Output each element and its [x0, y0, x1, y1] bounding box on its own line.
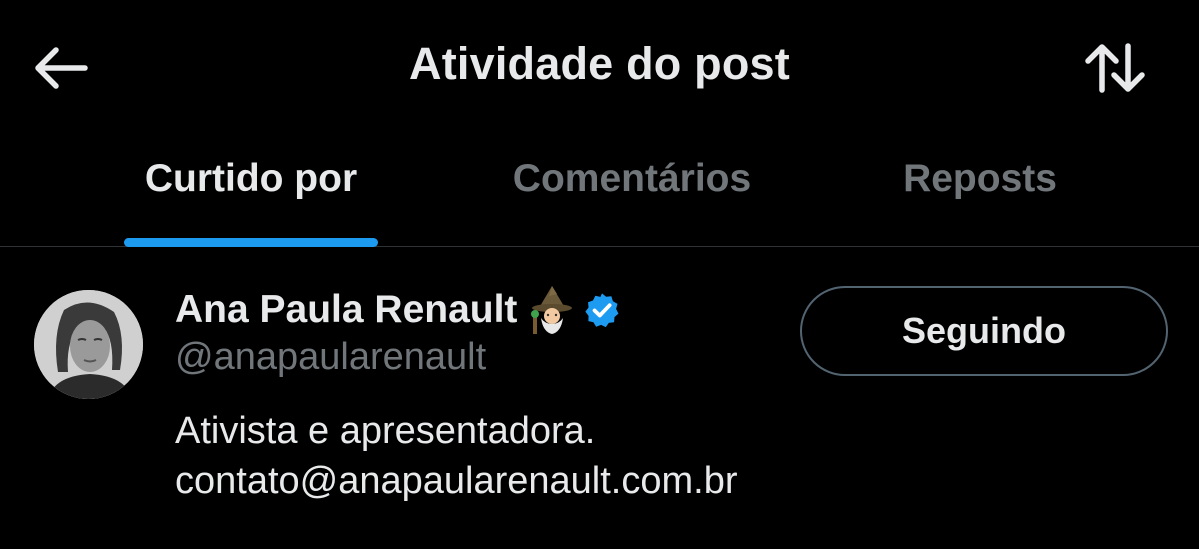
tab-label: Reposts [903, 157, 1057, 200]
user-bio: Ativista e apresentadora. contato@anapau… [175, 406, 738, 506]
avatar-image [34, 290, 143, 399]
sort-arrows-icon [1085, 43, 1145, 93]
user-name-line: Ana Paula Renault [175, 284, 621, 336]
following-button[interactable]: Seguindo [800, 286, 1168, 376]
following-button-label: Seguindo [902, 310, 1066, 351]
user-handle: @anapaularenault [175, 336, 487, 378]
sort-button[interactable] [1080, 38, 1150, 98]
mage-icon [531, 286, 573, 334]
tab-label: Curtido por [144, 157, 358, 200]
tab-curtido-por[interactable]: Curtido por [124, 135, 378, 247]
avatar[interactable] [34, 290, 143, 399]
header-bar: Atividade do post [0, 0, 1199, 135]
bio-line: contato@anapaularenault.com.br [175, 460, 738, 502]
bio-line: Ativista e apresentadora. [175, 410, 596, 452]
tab-comentarios[interactable]: Comentários [480, 135, 784, 246]
tab-bar: Curtido por Comentários Reposts [0, 135, 1199, 247]
user-display-name[interactable]: Ana Paula Renault [175, 288, 517, 332]
verified-badge-icon [585, 293, 619, 328]
page-title: Atividade do post [409, 38, 790, 89]
tab-reposts[interactable]: Reposts [880, 135, 1080, 246]
tab-label: Comentários [512, 157, 752, 200]
user-list-item[interactable]: Ana Paula Renault @anapaularenault Ativi… [0, 246, 1199, 549]
